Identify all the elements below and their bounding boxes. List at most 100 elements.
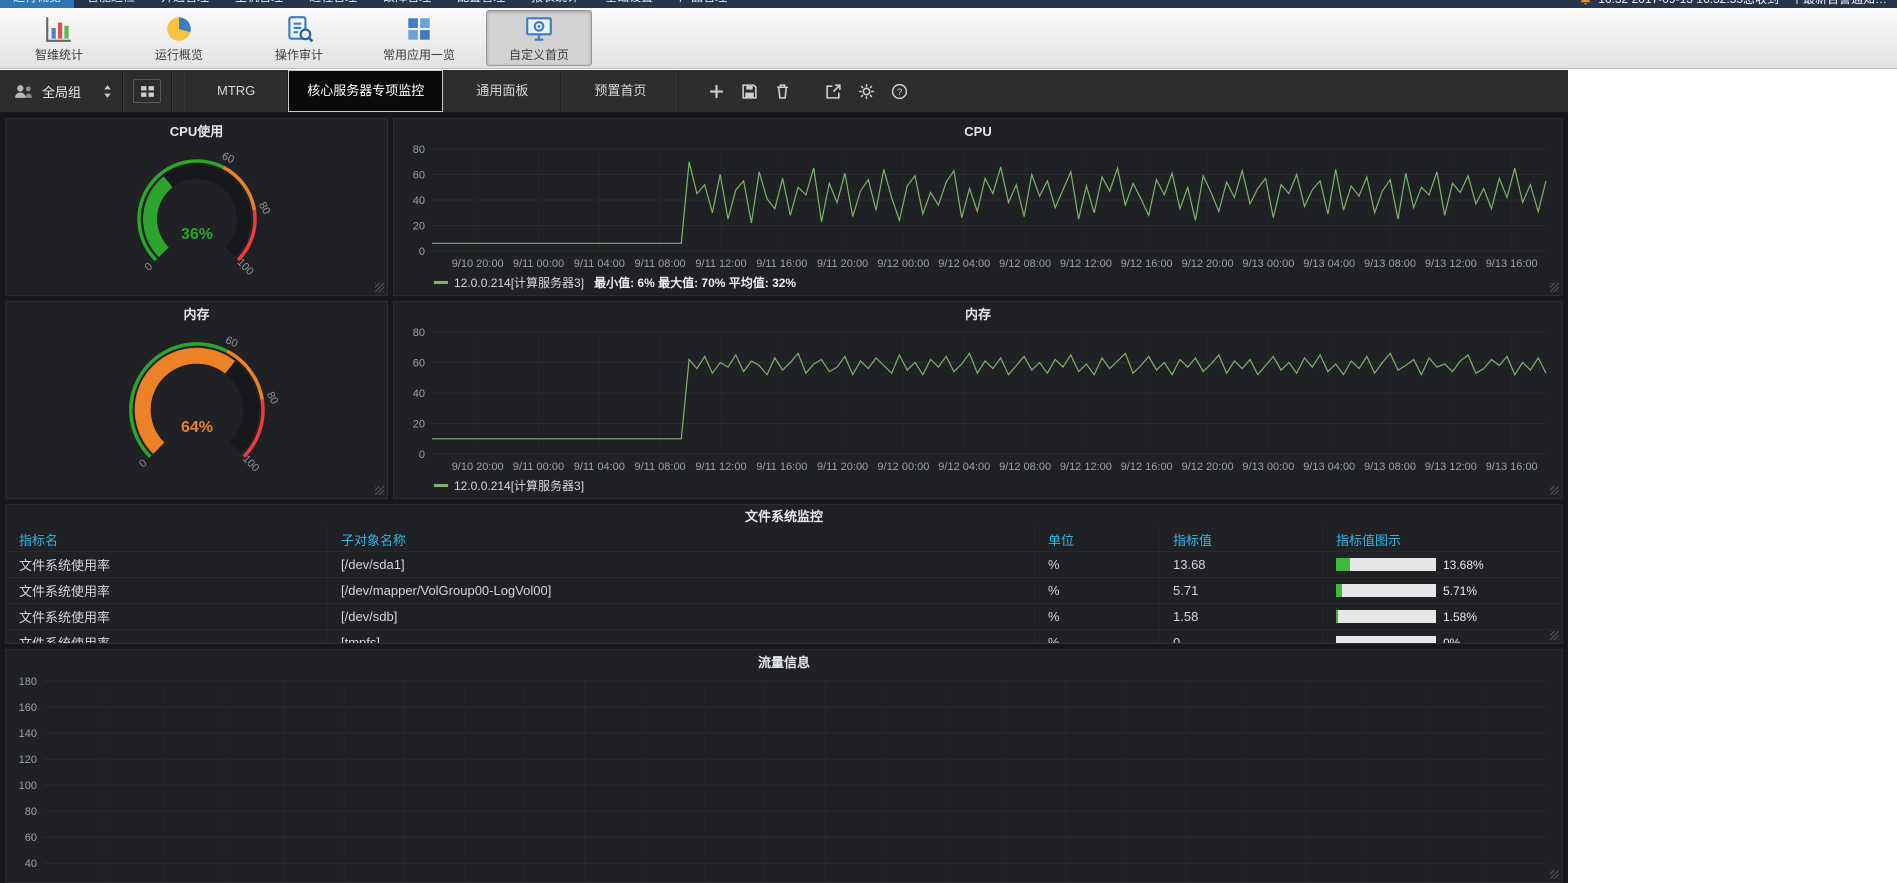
chart-legend[interactable]: 12.0.0.214[计算服务器3] 最小值: 6% 最大值: 70% 平均值:… [434, 274, 796, 291]
svg-text:9/11 08:00: 9/11 08:00 [635, 258, 686, 270]
top-menu-item[interactable]: 配置管理 [444, 0, 518, 8]
svg-text:80: 80 [256, 200, 272, 216]
panel-title[interactable]: 内存 [6, 302, 387, 326]
value-bar-fill [1336, 584, 1342, 597]
app-toolbar-item[interactable]: 自定义首页 [486, 10, 592, 66]
cpu-gauge: 0608010036% [6, 143, 387, 289]
dashboard-tab[interactable]: 预置首页 [561, 70, 679, 112]
svg-text:9/11 04:00: 9/11 04:00 [574, 258, 625, 270]
value-bar [1336, 636, 1436, 644]
cpu-line-chart[interactable]: 0204060809/10 20:009/11 00:009/11 04:009… [394, 143, 1560, 280]
top-menu-item[interactable]: 开通管理 [148, 0, 222, 8]
custom-home-icon [524, 14, 554, 44]
svg-text:36%: 36% [180, 226, 212, 243]
svg-text:9/10 20:00: 9/10 20:00 [452, 258, 504, 270]
resize-handle[interactable] [1550, 870, 1559, 879]
layout-grid-button[interactable] [133, 79, 161, 103]
panel-traffic-chart: 流量信息 180160140120100806040 [5, 649, 1563, 883]
table-row[interactable]: 文件系统使用率[/dev/sda1]%13.6813.68% [6, 551, 1562, 577]
svg-text:160: 160 [19, 702, 37, 714]
settings-button[interactable] [857, 82, 875, 100]
dashboard-tab[interactable]: MTRG [184, 70, 288, 112]
dashboard-module: 全局组 MTRG核心服务器专项监控通用面板预置首页 ? CPU使用 0 60 80 1… [0, 70, 1568, 883]
top-menu-bar: 运行概览智能巡检 开通管理 主机管理进程管理故障管理配置管理 报表统计 基础设置产品管理… [0, 0, 1897, 8]
group-select[interactable]: 全局组 [42, 82, 112, 101]
svg-text:80: 80 [25, 806, 37, 818]
value-bar [1336, 610, 1436, 623]
column-header: 指标名 [6, 527, 328, 551]
chart-legend[interactable]: 12.0.0.214[计算服务器3] [434, 477, 594, 494]
resize-handle[interactable] [1550, 631, 1559, 640]
panel-title[interactable]: CPU使用 [6, 119, 387, 143]
top-menu-item-label: 报表统计 [531, 0, 579, 8]
table-row[interactable]: 文件系统使用率[/dev/mapper/VolGroup00-LogVol00]… [6, 577, 1562, 603]
app-toolbar-item[interactable]: 智维统计 [6, 10, 112, 66]
svg-text:9/12 16:00: 9/12 16:00 [1121, 258, 1173, 270]
svg-text:100: 100 [19, 780, 37, 792]
help-button[interactable]: ? [890, 82, 908, 100]
resize-handle[interactable] [1550, 486, 1559, 495]
save-button[interactable] [740, 82, 758, 100]
top-menu-item-label: 开通管理 [161, 0, 209, 8]
svg-text:9/13 00:00: 9/13 00:00 [1242, 258, 1294, 270]
panel-title[interactable]: 内存 [394, 302, 1562, 326]
spinner-arrows-icon[interactable] [103, 84, 112, 99]
notification-text: 16:32 2017-09-13 16:32:55您收到一个最新告警通知… [1598, 0, 1887, 7]
svg-text:9/11 04:00: 9/11 04:00 [574, 461, 625, 473]
app-toolbar-item[interactable]: 操作审计 [246, 10, 352, 66]
resize-handle[interactable] [375, 486, 384, 495]
top-menu-item[interactable]: 智能巡检 [74, 0, 148, 8]
legend-series-name: 12.0.0.214[计算服务器3] [454, 274, 584, 291]
svg-text:100: 100 [234, 256, 255, 277]
svg-text:40: 40 [413, 388, 425, 400]
svg-text:9/12 16:00: 9/12 16:00 [1121, 461, 1173, 473]
top-menu-item[interactable]: 主机管理 [222, 0, 296, 8]
cell-value-bar: 13.68% [1323, 552, 1562, 577]
dashboard-tab[interactable]: 核心服务器专项监控 [288, 70, 443, 112]
cell-unit: % [1035, 630, 1160, 644]
app-toolbar-item[interactable]: 常用应用一览 [366, 10, 472, 66]
delete-icon [774, 83, 791, 100]
overview-pie-icon [164, 14, 194, 44]
apps-icon [404, 14, 434, 44]
app-toolbar-item[interactable]: 运行概览 [126, 10, 232, 66]
svg-text:180: 180 [19, 676, 37, 688]
add-button[interactable] [707, 82, 725, 100]
panel-cpu-gauge: CPU使用 0608010036% [5, 118, 388, 296]
table-row[interactable]: 文件系统使用率[tmpfs]%00% [6, 629, 1562, 644]
svg-text:80: 80 [413, 144, 425, 156]
top-menu-item[interactable]: 产品管理 [666, 0, 740, 8]
resize-handle[interactable] [1550, 283, 1559, 292]
resize-handle[interactable] [375, 283, 384, 292]
top-menu-item[interactable]: 运行概览 [0, 0, 74, 8]
panel-title[interactable]: 文件系统监控 [6, 505, 1562, 527]
svg-text:9/11 12:00: 9/11 12:00 [695, 258, 746, 270]
group-icon [14, 84, 33, 99]
top-menu-item[interactable]: 基础设置 [592, 0, 666, 8]
table-row[interactable]: 文件系统使用率[/dev/sdb]%1.581.58% [6, 603, 1562, 629]
cell-value: 0 [1160, 630, 1323, 644]
top-menu-item[interactable]: 故障管理 [370, 0, 444, 8]
cell-metric-name: 文件系统使用率 [6, 552, 328, 577]
delete-button[interactable] [773, 82, 791, 100]
panel-title[interactable]: 流量信息 [6, 650, 1562, 674]
add-icon [708, 83, 725, 100]
line-chart-svg: 0204060809/10 20:009/11 00:009/11 04:009… [394, 143, 1560, 275]
value-bar-fill [1336, 558, 1350, 571]
traffic-line-chart[interactable]: 180160140120100806040 [6, 674, 1560, 883]
notification-area[interactable]: 16:32 2017-09-13 16:32:55您收到一个最新告警通知… [1579, 0, 1887, 8]
memory-line-chart[interactable]: 0204060809/10 20:009/11 00:009/11 04:009… [394, 326, 1560, 483]
value-bar-label: 1.58% [1443, 610, 1477, 624]
value-bar [1336, 558, 1436, 571]
column-header: 指标值 [1160, 527, 1323, 551]
cell-object-name: [/dev/sdb] [328, 604, 1035, 629]
top-menu-item[interactable]: 报表统计 [518, 0, 592, 8]
cell-metric-name: 文件系统使用率 [6, 578, 328, 603]
svg-text:60: 60 [219, 150, 235, 166]
toolbar-divider [122, 70, 123, 112]
top-menu-item[interactable]: 进程管理 [296, 0, 370, 8]
dashboard-tab[interactable]: 通用面板 [443, 70, 561, 112]
panel-title[interactable]: CPU [394, 119, 1562, 143]
open-external-button[interactable] [824, 82, 842, 100]
svg-text:9/12 20:00: 9/12 20:00 [1182, 258, 1234, 270]
